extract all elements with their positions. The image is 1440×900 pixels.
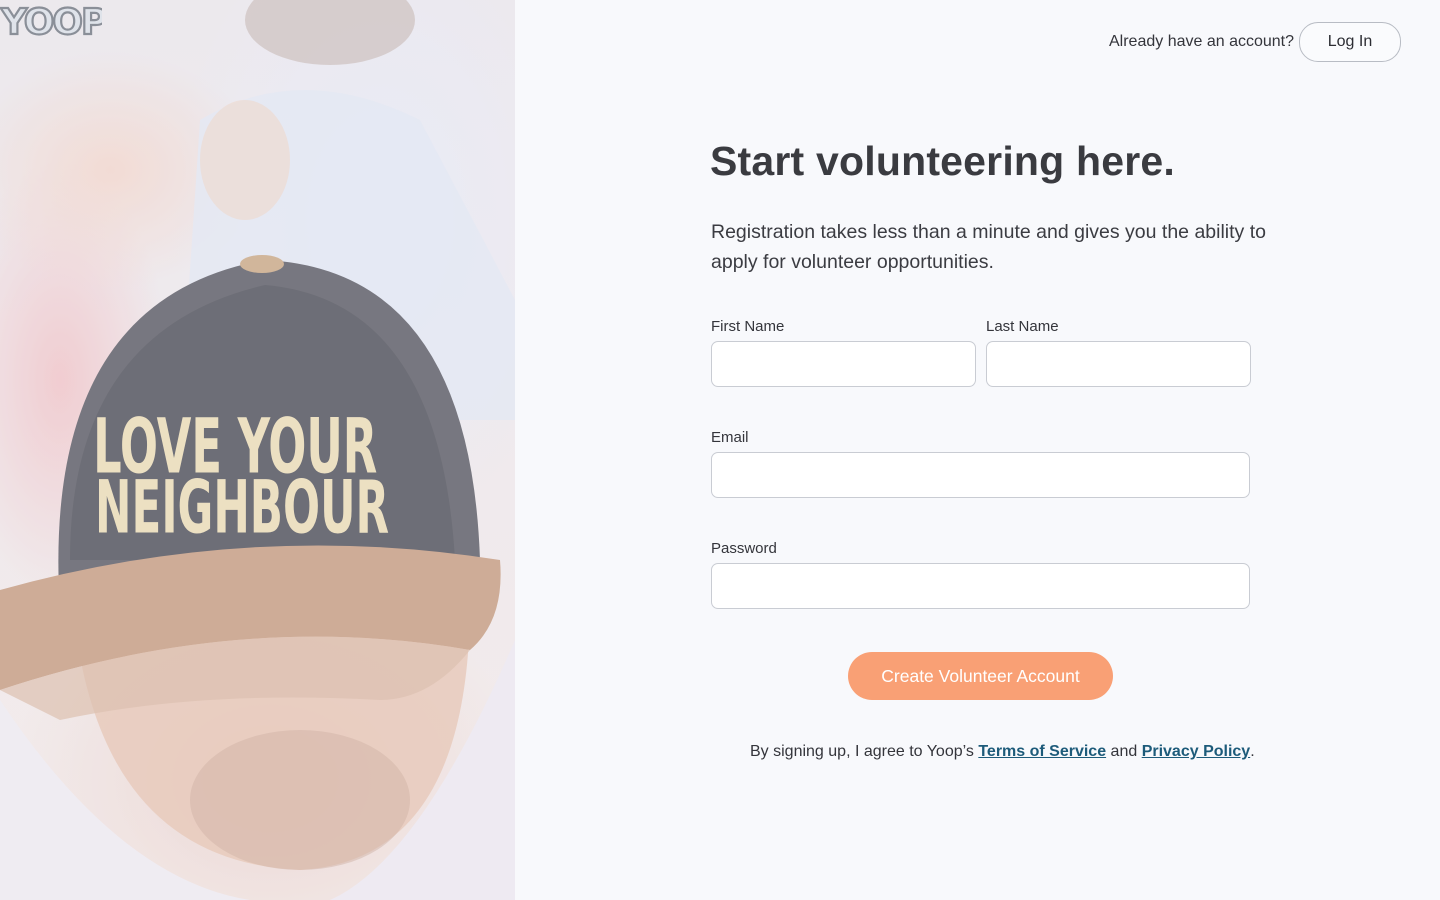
last-name-field[interactable] [986,341,1251,387]
terms-of-service-link[interactable]: Terms of Service [978,743,1106,760]
logo-text: YOOP [0,2,102,40]
legal-notice: By signing up, I agree to Yoop’s Terms o… [750,743,1255,761]
page-subtitle: Registration takes less than a minute an… [711,221,1266,273]
first-name-label: First Name [711,318,785,335]
page-title: Start volunteering here. [710,138,1176,184]
yoop-logo[interactable]: YOOP [0,0,102,40]
email-field[interactable] [711,452,1250,498]
password-label: Password [711,540,777,557]
hero-overlay [0,0,515,900]
login-button[interactable]: Log In [1299,22,1401,62]
first-name-field[interactable] [711,341,976,387]
account-prompt: Already have an account? [1109,33,1295,50]
create-account-button[interactable]: Create Volunteer Account [848,652,1113,700]
hero-image: LOVE YOUR NEIGHBOUR YOOP [0,0,515,900]
privacy-policy-link[interactable]: Privacy Policy [1142,743,1251,760]
password-field[interactable] [711,563,1250,609]
legal-middle: and [1106,743,1142,760]
last-name-label: Last Name [986,318,1059,335]
legal-suffix: . [1250,743,1255,760]
legal-prefix: By signing up, I agree to Yoop’s [750,743,979,760]
email-label: Email [711,429,749,446]
